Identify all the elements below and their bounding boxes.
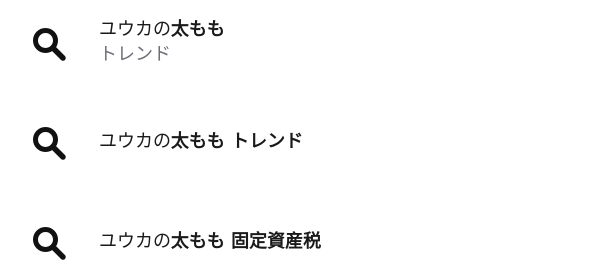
suggestion-item[interactable]: ユウカの太もも トレンド (0, 8, 598, 78)
suggestion-label: ユウカの太もも (99, 18, 225, 42)
search-icon (31, 125, 67, 161)
suggestion-bold: 太もも トレンド (171, 131, 304, 152)
search-icon (31, 225, 67, 261)
suggestion-subtext: トレンド (99, 44, 171, 65)
suggestion-bold: 太もも (171, 19, 225, 40)
suggestion-item[interactable]: ユウカの太もも トレンド (0, 108, 598, 178)
suggestion-item[interactable]: ユウカの太もも 固定資産税 (0, 207, 598, 277)
suggestion-label: ユウカの太もも 固定資産税 (99, 230, 321, 254)
suggestion-prefix: ユウカの (99, 19, 171, 40)
suggestion-label: ユウカの太もも トレンド (99, 130, 303, 154)
suggestion-bold: 太もも 固定資産税 (171, 231, 322, 252)
suggestion-prefix: ユウカの (99, 131, 171, 152)
search-suggestion-list: ユウカの太もも トレンド ユウカの太もも トレンド ユウカの太もも 固定資産税 (0, 0, 598, 279)
search-icon (31, 26, 67, 62)
suggestion-prefix: ユウカの (99, 231, 171, 252)
